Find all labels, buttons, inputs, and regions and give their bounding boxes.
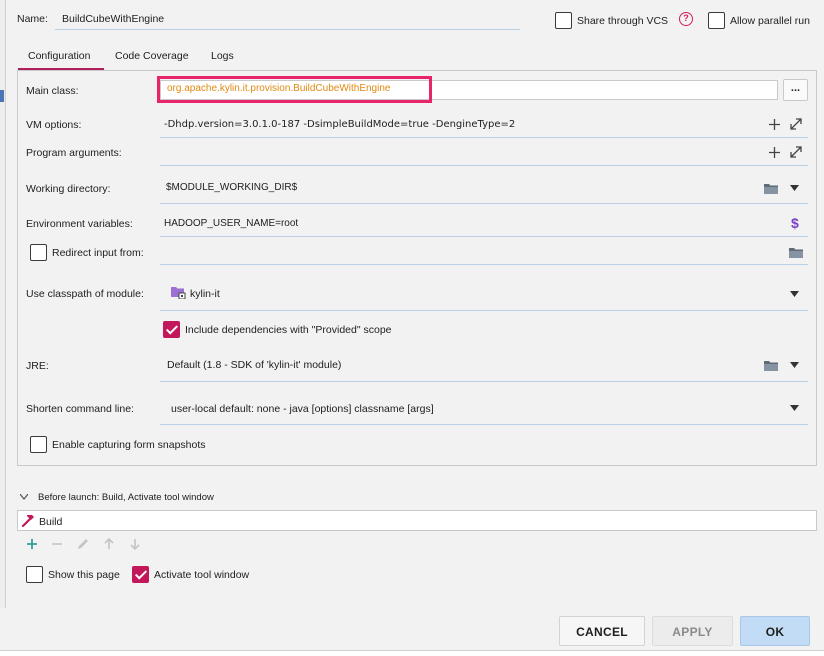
show-page-checkbox[interactable]: [26, 566, 43, 583]
tab-code-coverage[interactable]: Code Coverage: [115, 50, 189, 62]
classpath-underline: [160, 310, 808, 311]
include-deps-label: Include dependencies with "Provided" sco…: [185, 324, 392, 336]
enable-snapshots-checkbox[interactable]: [30, 436, 47, 453]
main-class-label: Main class:: [26, 85, 79, 97]
shorten-cmd-underline: [160, 424, 808, 425]
underlying-window-strip: [0, 650, 824, 656]
env-vars-underline: [160, 236, 808, 237]
program-args-label: Program arguments:: [26, 147, 122, 159]
jre-dropdown-icon[interactable]: [790, 362, 799, 368]
shorten-cmd-select[interactable]: user-local default: none - java [options…: [171, 403, 434, 415]
env-vars-label: Environment variables:: [26, 218, 133, 230]
classpath-dropdown-icon[interactable]: [790, 291, 799, 297]
move-down-icon[interactable]: [128, 537, 142, 551]
redirect-input-checkbox[interactable]: [30, 244, 47, 261]
help-icon[interactable]: ?: [679, 12, 693, 26]
vm-options-expand-icon[interactable]: [790, 118, 802, 130]
build-hammer-icon: [21, 515, 34, 527]
jre-label: JRE:: [26, 360, 49, 372]
module-folder-icon: [171, 287, 186, 299]
redirect-input-folder-icon[interactable]: [789, 246, 803, 258]
redirect-input-label: Redirect input from:: [52, 247, 144, 259]
before-launch-list: [17, 510, 817, 531]
working-dir-label: Working directory:: [26, 183, 111, 195]
vm-options-field[interactable]: -Dhdp.version=3.0.1.0-187 -DsimpleBuildM…: [164, 119, 515, 130]
before-launch-chevron-icon[interactable]: [20, 494, 28, 500]
share-vcs-label: Share through VCS: [577, 15, 669, 27]
classpath-label: Use classpath of module:: [26, 288, 144, 300]
program-args-expand-icon[interactable]: [790, 146, 802, 158]
before-launch-item-build[interactable]: Build: [39, 516, 62, 528]
tab-configuration[interactable]: Configuration: [28, 50, 90, 62]
jre-underline: [160, 381, 808, 382]
shorten-cmd-label: Shorten command line:: [26, 403, 134, 415]
vm-options-add-icon[interactable]: [769, 119, 780, 130]
working-dir-field[interactable]: $MODULE_WORKING_DIR$: [166, 182, 297, 193]
show-page-label: Show this page: [48, 569, 120, 581]
main-class-value: org.apache.kylin.it.provision.BuildCubeW…: [167, 83, 391, 94]
jre-folder-icon[interactable]: [764, 359, 778, 371]
classpath-module-select[interactable]: kylin-it: [190, 288, 220, 300]
activate-tool-window-checkbox[interactable]: [132, 566, 149, 583]
env-vars-field[interactable]: HADOOP_USER_NAME=root: [164, 218, 298, 229]
add-task-icon[interactable]: [25, 537, 39, 551]
allow-parallel-checkbox[interactable]: [708, 12, 725, 29]
before-launch-title: Before launch: Build, Activate tool wind…: [38, 492, 214, 503]
cancel-button[interactable]: CANCEL: [559, 616, 645, 646]
remove-task-icon[interactable]: [50, 537, 64, 551]
env-vars-dollar-icon[interactable]: $: [791, 215, 799, 231]
apply-button[interactable]: APPLY: [652, 616, 733, 646]
left-panel-selection-marker: [0, 90, 4, 102]
jre-select[interactable]: Default (1.8 - SDK of 'kylin-it' module): [167, 359, 341, 371]
activate-tool-window-label: Activate tool window: [154, 569, 250, 581]
redirect-input-underline: [160, 264, 808, 265]
program-args-underline: [160, 165, 808, 166]
main-class-browse-button[interactable]: ...: [783, 79, 808, 101]
vm-options-underline: [160, 137, 808, 138]
enable-snapshots-label: Enable capturing form snapshots: [52, 439, 206, 451]
allow-parallel-label: Allow parallel run: [730, 15, 810, 27]
move-up-icon[interactable]: [102, 537, 116, 551]
name-label: Name:: [17, 13, 48, 25]
ok-button[interactable]: OK: [740, 616, 810, 646]
include-deps-checkbox[interactable]: [163, 321, 180, 338]
shorten-cmd-dropdown-icon[interactable]: [790, 405, 799, 411]
working-dir-dropdown-icon[interactable]: [790, 185, 799, 191]
program-args-add-icon[interactable]: [769, 147, 780, 158]
tab-logs[interactable]: Logs: [211, 50, 234, 62]
working-dir-folder-icon[interactable]: [764, 182, 778, 194]
name-field[interactable]: BuildCubeWithEngine: [62, 13, 164, 25]
name-field-underline: [55, 29, 520, 30]
working-dir-underline: [160, 203, 808, 204]
edit-task-icon[interactable]: [76, 537, 90, 551]
share-vcs-checkbox[interactable]: [555, 12, 572, 29]
vm-options-label: VM options:: [26, 119, 82, 131]
